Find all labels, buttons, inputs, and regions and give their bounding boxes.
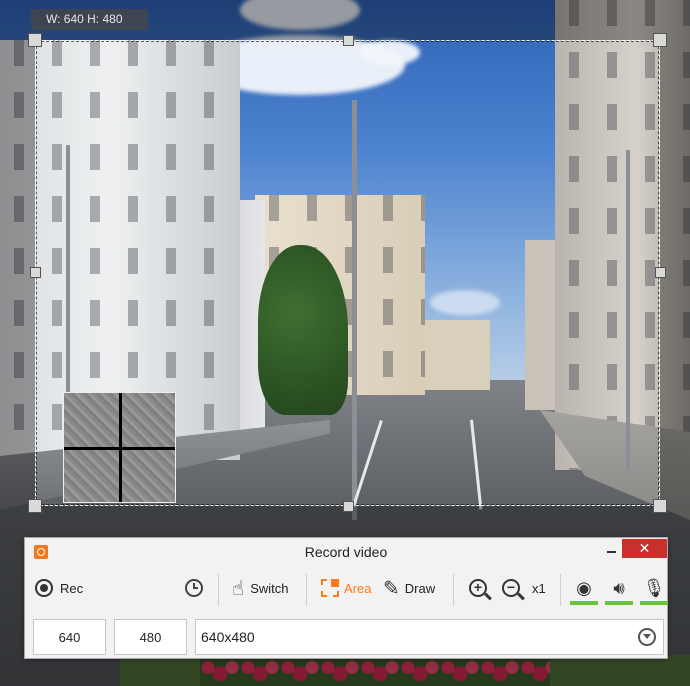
- close-button[interactable]: ✕: [622, 539, 667, 558]
- zoom-level: x1: [532, 580, 546, 596]
- clock-icon: [185, 579, 203, 597]
- microphone-on-indicator: [640, 601, 668, 605]
- speaker-on-indicator: [605, 601, 633, 605]
- toolbar: Rec ☝ Switch Area ✎ Draw + − x1 ◉ 🔊︎ 🎙︎: [25, 568, 668, 612]
- speaker-icon: 🔊︎: [613, 577, 625, 598]
- toolbar-divider: [218, 574, 219, 606]
- rec-label: Rec: [60, 580, 84, 596]
- pencil-icon: ✎: [383, 577, 400, 600]
- record-video-panel: Record video ✕ Rec ☝ Switch Area ✎ Draw …: [24, 537, 668, 659]
- window-title: Record video: [304, 544, 388, 560]
- area-button[interactable]: Area: [321, 568, 371, 608]
- toolbar-divider: [453, 574, 454, 606]
- capture-size-badge: W: 640 H: 480: [31, 9, 148, 30]
- resize-handle-top-left[interactable]: [28, 33, 42, 47]
- title-bar[interactable]: Record video ✕: [25, 538, 667, 566]
- zoom-in-icon: +: [469, 579, 487, 597]
- zoom-out-icon: −: [502, 579, 520, 597]
- area-label: Area: [344, 580, 372, 596]
- resize-handle-bottom-right[interactable]: [653, 499, 667, 513]
- magnifier-loupe: [63, 392, 176, 503]
- resize-handle-right[interactable]: [655, 267, 666, 278]
- rec-button[interactable]: Rec: [35, 568, 83, 608]
- magnifier-crosshair-horizontal: [64, 447, 175, 450]
- draw-label: Draw: [404, 580, 436, 596]
- zoom-out-button[interactable]: −: [502, 568, 520, 608]
- toolbar-divider: [560, 574, 561, 606]
- microphone-icon: 🎙︎: [642, 577, 666, 598]
- timer-button[interactable]: [185, 568, 203, 608]
- resize-handle-bottom[interactable]: [343, 501, 354, 512]
- chevron-down-circle-icon[interactable]: [638, 628, 656, 646]
- height-field[interactable]: 480: [114, 619, 187, 655]
- resize-handle-top-right[interactable]: [653, 33, 667, 47]
- zoom-in-button[interactable]: +: [469, 568, 487, 608]
- minimize-button[interactable]: [603, 540, 619, 560]
- webcam-icon: ◉: [576, 577, 592, 598]
- draw-button[interactable]: ✎ Draw: [383, 568, 435, 608]
- resize-handle-bottom-left[interactable]: [28, 499, 42, 513]
- switch-label: Switch: [250, 580, 289, 596]
- record-icon: [35, 579, 53, 597]
- size-preset-value: 640x480: [201, 629, 255, 645]
- width-field[interactable]: 640: [33, 619, 106, 655]
- resize-handle-top[interactable]: [343, 35, 354, 46]
- toolbar-divider: [306, 574, 307, 606]
- hand-pointer-icon: ☝: [232, 577, 245, 600]
- size-row: 640 480 640x480: [25, 616, 667, 656]
- switch-button[interactable]: ☝ Switch: [232, 568, 288, 608]
- area-select-icon: [321, 579, 339, 597]
- size-preset-select[interactable]: 640x480: [195, 619, 664, 655]
- resize-handle-left[interactable]: [30, 267, 41, 278]
- webcam-on-indicator: [570, 601, 598, 605]
